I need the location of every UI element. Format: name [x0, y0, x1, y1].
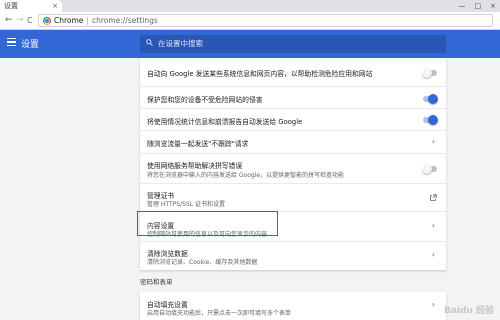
- search-input[interactable]: 在设置中搜索: [140, 35, 446, 53]
- address-site-chip: Chrome: [54, 16, 84, 25]
- setting-title: 自动向 Google 发送某些系统信息和网页内容，以帮助检测危险应用和网站: [147, 70, 373, 78]
- address-separator: |: [86, 16, 89, 25]
- tab-close-icon[interactable]: ×: [52, 0, 58, 12]
- setting-row-spellcheck[interactable]: 使用网络服务帮助解决拼写错误 将您在浏览器中输入的内容发送给 Google，以提…: [140, 153, 446, 183]
- section-title-passwords: 密码和表单: [140, 278, 173, 286]
- window-controls: — □ ×: [459, 1, 497, 11]
- watermark: Baidu 经验: [443, 306, 494, 316]
- forward-icon[interactable]: →: [16, 14, 24, 27]
- setting-title: 随浏览流量一起发送"不跟踪"请求: [147, 140, 249, 148]
- toggle-switch[interactable]: [423, 115, 438, 125]
- setting-title: 保护您和您的设备不受危险网站的侵害: [147, 96, 263, 104]
- close-window-icon[interactable]: ×: [490, 1, 496, 11]
- page-title: 设置: [21, 40, 40, 50]
- chevron-right-icon: ›: [431, 300, 435, 309]
- setting-row-safe-browsing[interactable]: 保护您和您的设备不受危险网站的侵害: [140, 86, 446, 108]
- tab-settings[interactable]: 设置 ×: [0, 0, 62, 12]
- chevron-right-icon: ›: [431, 221, 435, 230]
- setting-row-autofill[interactable]: 自动填充设置 启用自动填充功能后，只需点击一次即可填写多个表单 ›: [140, 292, 446, 320]
- chevron-right-icon: ›: [431, 137, 435, 146]
- toggle-switch[interactable]: [422, 164, 437, 174]
- chrome-logo-icon: [43, 16, 51, 25]
- annotation-highlight-box: [137, 211, 278, 236]
- passwords-card: 自动填充设置 启用自动填充功能后，只需点击一次即可填写多个表单 ›: [140, 292, 446, 320]
- setting-row-manage-certificates[interactable]: 管理证书 管理 HTTPS/SSL 证书和设置: [140, 183, 446, 211]
- setting-row-usage-stats[interactable]: 将使用情况统计信息和崩溃报告自动发送给 Google: [140, 108, 446, 130]
- setting-row-clear-browsing-data[interactable]: 清除浏览数据 清除浏览记录、Cookie、缓存及其他数据 ›: [140, 241, 446, 270]
- setting-row-safe-browsing-report[interactable]: 自动向 Google 发送某些系统信息和网页内容，以帮助检测危险应用和网站: [140, 58, 446, 86]
- setting-subtitle: 管理 HTTPS/SSL 证书和设置: [147, 201, 225, 208]
- setting-title: 使用网络服务帮助解决拼写错误: [147, 162, 243, 170]
- setting-subtitle: 将您在浏览器中输入的内容发送给 Google，以提供更智能的拼写检查功能: [147, 172, 345, 179]
- privacy-settings-card: 自动向 Google 发送某些系统信息和网页内容，以帮助检测危险应用和网站 保护…: [140, 58, 446, 270]
- toggle-switch[interactable]: [422, 68, 437, 78]
- settings-header: 设置 在设置中搜索: [0, 30, 500, 58]
- maximize-icon[interactable]: □: [475, 1, 482, 11]
- minimize-icon[interactable]: —: [459, 1, 466, 11]
- setting-row-do-not-track[interactable]: 随浏览流量一起发送"不跟踪"请求 ›: [140, 130, 446, 153]
- setting-subtitle: 启用自动填充功能后，只需点击一次即可填写多个表单: [147, 310, 292, 317]
- back-icon[interactable]: ←: [5, 14, 13, 27]
- setting-title: 将使用情况统计信息和崩溃报告自动发送给 Google: [147, 118, 303, 126]
- browser-toolbar: ← → C Chrome | chrome://settings: [0, 12, 500, 30]
- search-placeholder: 在设置中搜索: [158, 39, 203, 48]
- external-link-icon[interactable]: [429, 194, 437, 202]
- tab-title: 设置: [4, 2, 18, 10]
- setting-subtitle: 清除浏览记录、Cookie、缓存及其他数据: [147, 259, 258, 266]
- search-icon: [146, 39, 153, 46]
- address-url[interactable]: chrome://settings: [92, 15, 158, 26]
- chevron-right-icon: ›: [431, 250, 435, 259]
- menu-icon[interactable]: [7, 38, 16, 47]
- reload-icon[interactable]: C: [27, 14, 33, 27]
- title-bar: 设置 × — □ ×: [0, 0, 500, 12]
- toggle-switch[interactable]: [423, 94, 438, 104]
- address-bar[interactable]: Chrome | chrome://settings: [38, 14, 493, 27]
